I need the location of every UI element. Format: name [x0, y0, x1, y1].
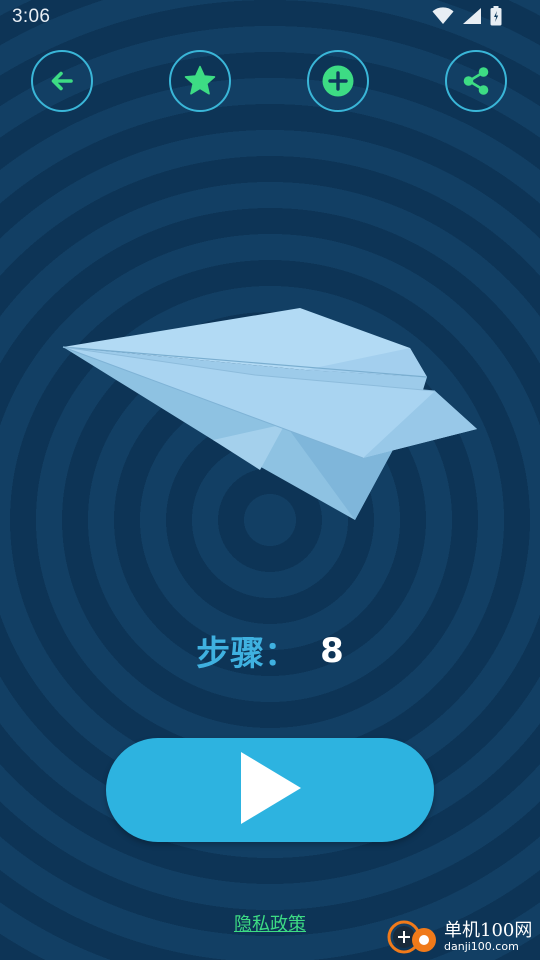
back-button[interactable] — [31, 50, 93, 112]
status-time: 3:06 — [12, 6, 51, 27]
play-button[interactable] — [106, 738, 434, 842]
favorite-button[interactable] — [169, 50, 231, 112]
toolbar — [0, 50, 540, 116]
wifi-icon — [432, 7, 454, 29]
share-button[interactable] — [445, 50, 507, 112]
watermark-logo-icon — [384, 918, 442, 960]
status-bar: 3:06 — [0, 0, 540, 36]
star-icon — [183, 64, 217, 98]
share-icon — [460, 65, 492, 97]
add-button[interactable] — [307, 50, 369, 112]
play-icon — [235, 748, 305, 832]
watermark: 单机100网 danji100.com — [384, 914, 534, 958]
step-indicator: 步骤： 8 — [0, 626, 540, 676]
arrow-left-icon — [47, 66, 77, 96]
watermark-domain: danji100.com — [444, 940, 519, 953]
step-number: 8 — [320, 630, 344, 671]
step-label: 步骤： — [196, 634, 299, 674]
paper-airplane-illustration — [55, 300, 485, 534]
battery-icon — [490, 6, 502, 30]
signal-icon — [462, 7, 482, 29]
plus-circle-icon — [321, 64, 355, 98]
status-icons — [432, 6, 502, 30]
watermark-name: 单机100网 — [444, 920, 533, 941]
